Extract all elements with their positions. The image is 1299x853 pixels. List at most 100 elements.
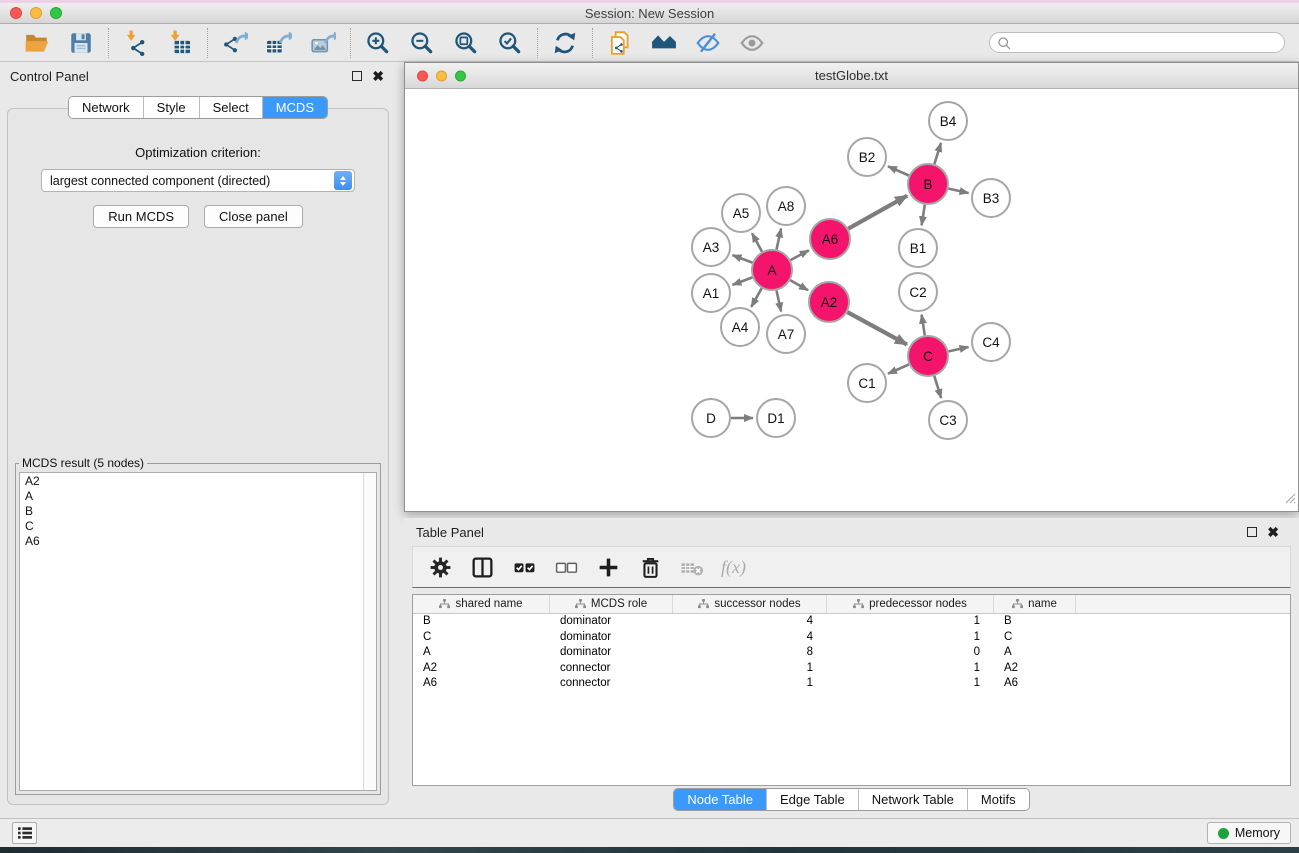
export-network-button[interactable] xyxy=(221,29,249,57)
close-table-panel-icon[interactable]: ✖ xyxy=(1267,527,1279,537)
graph-node-A4[interactable]: A4 xyxy=(721,308,759,346)
network-window-titlebar[interactable]: testGlobe.txt xyxy=(405,63,1298,89)
select-all-columns-button[interactable] xyxy=(511,554,538,581)
network-zoom-button[interactable] xyxy=(455,70,466,81)
network-minimize-button[interactable] xyxy=(436,70,447,81)
close-panel-button[interactable]: Close panel xyxy=(204,205,303,228)
edge-B-B4[interactable] xyxy=(934,143,941,164)
table-cell[interactable]: 1 xyxy=(673,676,827,692)
mcds-result-item[interactable]: A2 xyxy=(20,473,376,488)
edge-C-C1[interactable] xyxy=(888,365,909,374)
table-cell[interactable]: 1 xyxy=(827,661,994,677)
table-cell[interactable]: A6 xyxy=(994,676,1076,692)
edge-A6-B[interactable] xyxy=(848,196,907,229)
network-canvas[interactable]: B4B2BB3A8A5A6B1A3AC2A1A2A4A7C4CC1C3DD1 xyxy=(405,89,1298,511)
graph-node-C3[interactable]: C3 xyxy=(929,401,967,439)
table-cell[interactable]: B xyxy=(994,614,1076,630)
tab-style[interactable]: Style xyxy=(143,97,199,118)
table-cell[interactable]: A2 xyxy=(994,661,1076,677)
open-session-button[interactable] xyxy=(23,29,51,57)
create-column-button[interactable] xyxy=(595,554,622,581)
graph-node-A8[interactable]: A8 xyxy=(767,187,805,225)
graph-node-B1[interactable]: B1 xyxy=(899,229,937,267)
import-table-button[interactable] xyxy=(166,29,194,57)
tab-network[interactable]: Network xyxy=(69,97,143,118)
mcds-result-item[interactable]: A xyxy=(20,488,376,503)
function-builder-button[interactable]: f(x) xyxy=(721,557,746,578)
tab-network-table[interactable]: Network Table xyxy=(858,789,967,810)
table-cell[interactable]: dominator xyxy=(550,614,673,630)
task-history-button[interactable] xyxy=(12,822,37,844)
zoom-fit-button[interactable] xyxy=(452,29,480,57)
edge-B-B3[interactable] xyxy=(949,189,969,193)
zoom-out-button[interactable] xyxy=(408,29,436,57)
memory-button[interactable]: Memory xyxy=(1207,822,1291,844)
graph-node-A5[interactable]: A5 xyxy=(722,194,760,232)
float-table-panel-icon[interactable] xyxy=(1247,527,1257,537)
edge-A-A1[interactable] xyxy=(733,277,753,285)
column-header-predecessor-nodes[interactable]: predecessor nodes xyxy=(827,595,994,613)
table-cell[interactable]: B xyxy=(413,614,550,630)
table-cell[interactable]: connector xyxy=(550,661,673,677)
zoom-in-button[interactable] xyxy=(364,29,392,57)
edge-C-C3[interactable] xyxy=(934,376,941,398)
save-session-button[interactable] xyxy=(67,29,95,57)
table-settings-button[interactable] xyxy=(427,554,454,581)
result-list-scrollbar[interactable] xyxy=(363,473,376,790)
edge-A-A7[interactable] xyxy=(777,291,782,312)
edge-A-A8[interactable] xyxy=(777,229,782,250)
edge-A-A3[interactable] xyxy=(733,255,753,263)
table-cell[interactable]: 1 xyxy=(827,630,994,646)
mcds-result-item[interactable]: B xyxy=(20,503,376,518)
zoom-window-button[interactable] xyxy=(50,7,62,19)
graph-node-C2[interactable]: C2 xyxy=(899,273,937,311)
tab-edge-table[interactable]: Edge Table xyxy=(766,789,858,810)
tab-node-table[interactable]: Node Table xyxy=(674,789,766,810)
edge-B-B2[interactable] xyxy=(888,166,909,175)
table-row[interactable]: A2connector11A2 xyxy=(413,661,1290,677)
table-row[interactable]: A6connector11A6 xyxy=(413,676,1290,692)
table-cell[interactable]: A6 xyxy=(413,676,550,692)
mcds-result-item[interactable]: A6 xyxy=(20,533,376,548)
column-header-name[interactable]: name xyxy=(994,595,1076,613)
table-cell[interactable]: C xyxy=(413,630,550,646)
edge-B-B1[interactable] xyxy=(922,205,925,226)
edge-C-C4[interactable] xyxy=(949,347,969,351)
float-panel-icon[interactable] xyxy=(352,71,362,81)
network-close-button[interactable] xyxy=(417,70,428,81)
graph-node-A6[interactable]: A6 xyxy=(810,219,850,259)
table-cell[interactable]: 0 xyxy=(827,645,994,661)
clone-network-button[interactable] xyxy=(606,29,634,57)
table-cell[interactable]: 4 xyxy=(673,614,827,630)
graph-node-A3[interactable]: A3 xyxy=(692,228,730,266)
home-network-button[interactable] xyxy=(650,29,678,57)
close-panel-icon[interactable]: ✖ xyxy=(372,71,384,81)
graph-node-D1[interactable]: D1 xyxy=(757,399,795,437)
table-cell[interactable]: connector xyxy=(550,676,673,692)
graph-node-A1[interactable]: A1 xyxy=(692,274,730,312)
split-panel-button[interactable] xyxy=(469,554,496,581)
graph-node-D[interactable]: D xyxy=(692,399,730,437)
column-header-successor-nodes[interactable]: successor nodes xyxy=(673,595,827,613)
graph-node-A7[interactable]: A7 xyxy=(767,315,805,353)
search-input[interactable] xyxy=(1012,36,1278,50)
tab-mcds[interactable]: MCDS xyxy=(262,97,327,118)
edge-A-A2[interactable] xyxy=(790,280,808,290)
graph-node-B4[interactable]: B4 xyxy=(929,102,967,140)
run-mcds-button[interactable]: Run MCDS xyxy=(93,205,189,228)
optimization-criterion-dropdown[interactable]: largest connected component (directed) xyxy=(41,169,355,192)
table-cell[interactable]: 1 xyxy=(827,676,994,692)
table-cell[interactable]: dominator xyxy=(550,630,673,646)
edge-A-A4[interactable] xyxy=(751,288,761,307)
tab-motifs[interactable]: Motifs xyxy=(967,789,1029,810)
refresh-view-button[interactable] xyxy=(551,29,579,57)
graph-node-A[interactable]: A xyxy=(752,250,792,290)
edge-A2-C[interactable] xyxy=(847,312,907,344)
graph-node-B3[interactable]: B3 xyxy=(972,179,1010,217)
table-cell[interactable]: dominator xyxy=(550,645,673,661)
graph-node-B[interactable]: B xyxy=(908,164,948,204)
mcds-result-item[interactable]: C xyxy=(20,518,376,533)
table-cell[interactable]: C xyxy=(994,630,1076,646)
minimize-window-button[interactable] xyxy=(30,7,42,19)
search-field[interactable] xyxy=(989,32,1285,53)
